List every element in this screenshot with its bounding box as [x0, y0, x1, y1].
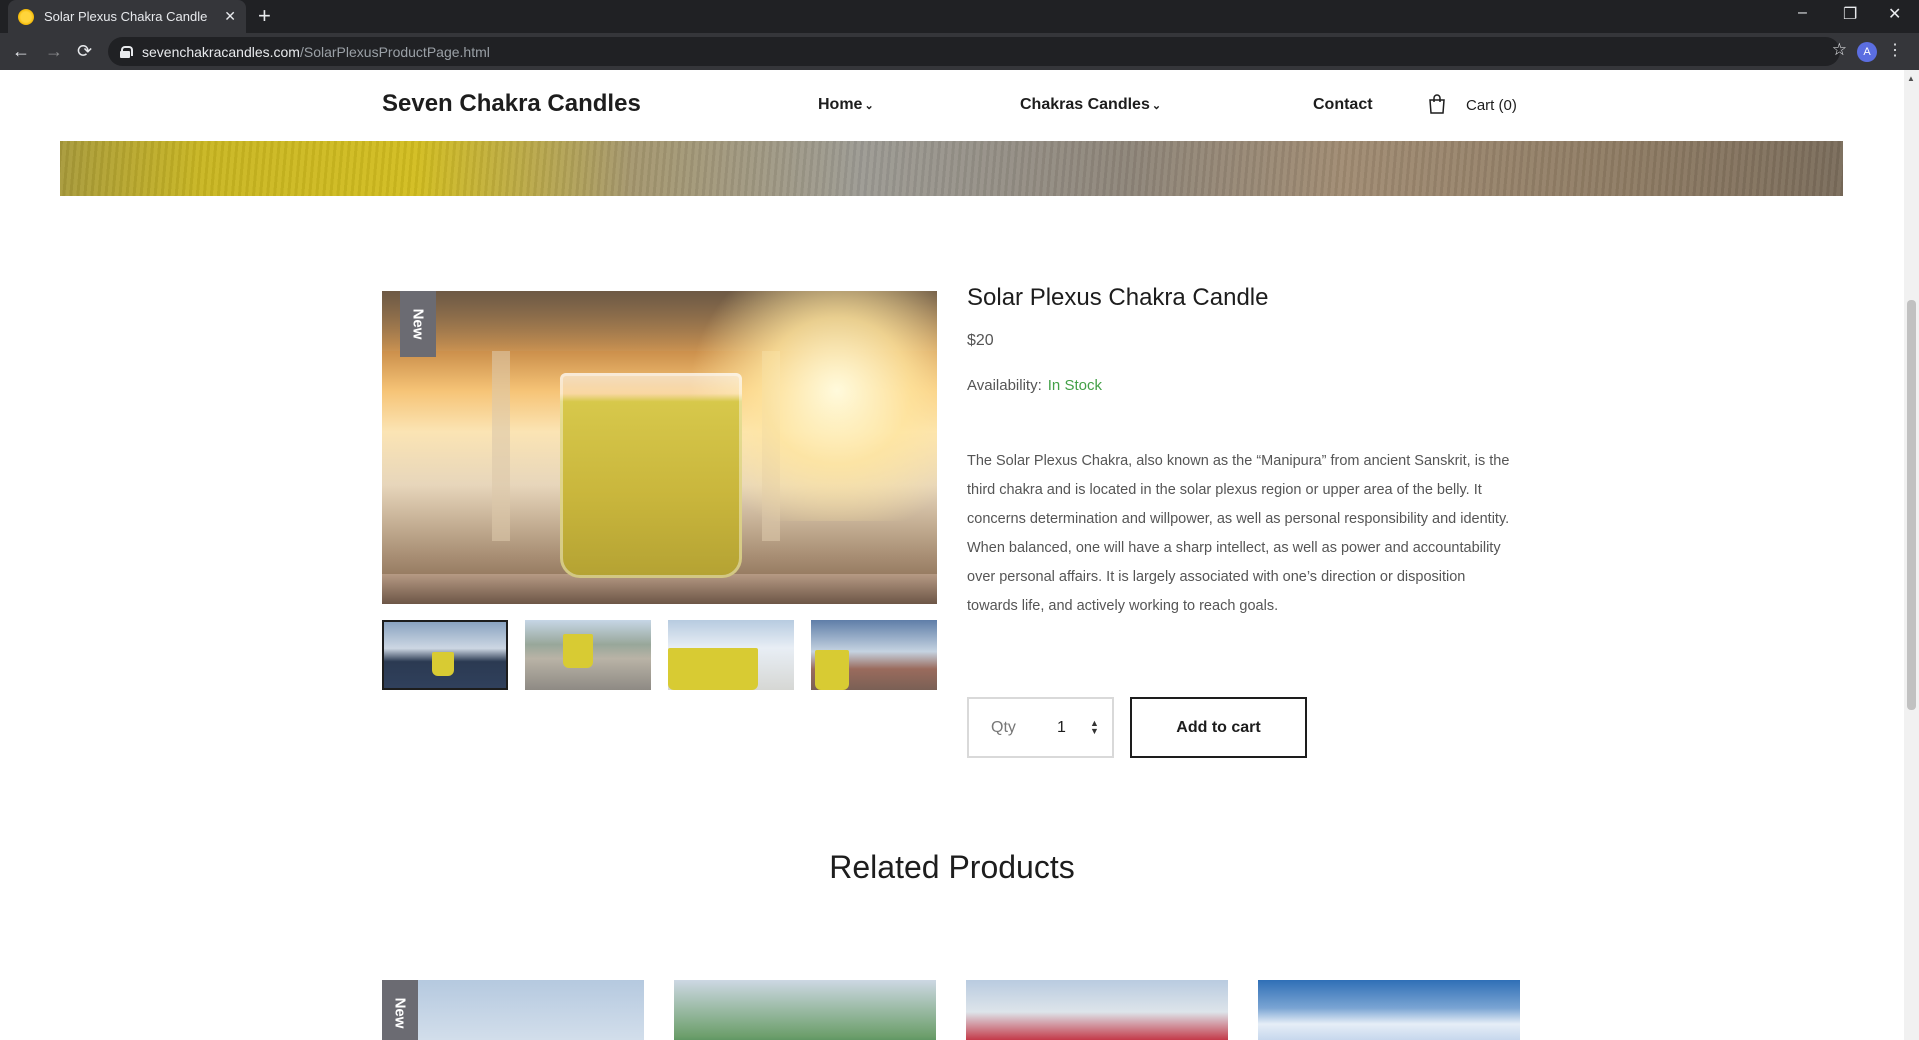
- product-main-image[interactable]: New: [382, 291, 937, 604]
- related-product-card[interactable]: [1258, 980, 1520, 1040]
- availability: Availability: In Stock: [967, 377, 1102, 394]
- site-brand[interactable]: Seven Chakra Candles: [382, 90, 641, 118]
- tab-close-icon[interactable]: ✕: [224, 8, 236, 25]
- reload-icon[interactable]: ⟳: [77, 41, 92, 61]
- browser-tab-strip: Solar Plexus Chakra Candle ✕ + – ❐ ✕: [0, 0, 1919, 33]
- back-arrow-icon[interactable]: ←: [12, 41, 30, 61]
- window-restore-button[interactable]: ❐: [1843, 4, 1857, 24]
- page-scrollbar[interactable]: ▲: [1904, 70, 1919, 1040]
- related-product-card[interactable]: New: [382, 980, 644, 1040]
- lock-icon: [120, 45, 133, 58]
- new-badge-label: New: [409, 308, 427, 340]
- related-product-card[interactable]: [674, 980, 936, 1040]
- window-minimize-button[interactable]: –: [1798, 4, 1807, 22]
- banner-texture: [60, 141, 1843, 196]
- profile-avatar[interactable]: A: [1857, 42, 1877, 62]
- new-badge-label: New: [391, 997, 409, 1029]
- nav-chakras-label: Chakras Candles: [1020, 96, 1150, 113]
- quantity-label: Qty: [991, 718, 1016, 736]
- address-bar[interactable]: sevenchakracandles.com/SolarPlexusProduc…: [108, 37, 1840, 66]
- add-to-cart-button[interactable]: Add to cart: [1130, 697, 1307, 758]
- tab-title: Solar Plexus Chakra Candle: [44, 9, 208, 24]
- quantity-stepper[interactable]: Qty 1 ▲ ▼: [967, 697, 1114, 758]
- cart-link[interactable]: Cart (0): [1466, 97, 1517, 114]
- thumbnail-2[interactable]: [525, 620, 651, 690]
- thumbnail-candle: [668, 648, 758, 690]
- thumbnail-candle: [563, 634, 593, 668]
- nav-chakras-candles[interactable]: Chakras Candles ⌄: [1020, 96, 1161, 114]
- thumbnail-candle: [432, 652, 454, 676]
- thumbnail-1[interactable]: [382, 620, 508, 690]
- window-close-button[interactable]: ✕: [1888, 4, 1901, 24]
- product-title: Solar Plexus Chakra Candle: [967, 284, 1269, 311]
- product-price: $20: [967, 332, 994, 349]
- stock-status: In Stock: [1047, 377, 1102, 394]
- thumbnail-candle: [815, 650, 849, 690]
- url-path: /SolarPlexusProductPage.html: [299, 43, 490, 60]
- new-badge: New: [382, 980, 418, 1040]
- hero-banner-image: [60, 141, 1843, 196]
- forward-arrow-icon[interactable]: →: [45, 41, 63, 61]
- browser-menu-icon[interactable]: ⋮: [1887, 40, 1903, 60]
- thumbnail-3[interactable]: [668, 620, 794, 690]
- image-ledge: [382, 574, 937, 604]
- new-tab-button[interactable]: +: [258, 4, 271, 28]
- browser-toolbar: ← → ⟳ sevenchakracandles.com/SolarPlexus…: [0, 33, 1919, 70]
- shopping-bag-icon[interactable]: [1428, 94, 1446, 114]
- scroll-up-arrow-icon[interactable]: ▲: [1907, 74, 1915, 83]
- related-products-heading: Related Products: [829, 849, 1075, 885]
- product-description: The Solar Plexus Chakra, also known as t…: [967, 453, 1510, 614]
- nav-contact[interactable]: Contact: [1313, 96, 1373, 114]
- nav-home-label: Home: [818, 96, 863, 113]
- page-viewport: Seven Chakra Candles Home ⌄ Chakras Candl…: [0, 70, 1904, 1040]
- candle-glass: [560, 373, 742, 578]
- thumbnail-4[interactable]: [811, 620, 937, 690]
- bookmark-star-icon[interactable]: ☆: [1832, 40, 1847, 60]
- scrollbar-thumb[interactable]: [1907, 300, 1916, 710]
- sun-favicon-icon: [18, 8, 34, 25]
- url-domain: sevenchakracandles.com: [142, 43, 300, 60]
- stepper-arrows-icon[interactable]: ▲ ▼: [1090, 719, 1099, 736]
- thumbnail-gallery: [382, 620, 937, 690]
- related-product-card[interactable]: [966, 980, 1228, 1040]
- browser-tab[interactable]: Solar Plexus Chakra Candle ✕: [8, 0, 246, 33]
- chevron-down-icon: ⌄: [864, 100, 874, 112]
- image-pillar: [492, 351, 510, 541]
- new-badge: New: [400, 291, 436, 357]
- quantity-value[interactable]: 1: [1057, 719, 1066, 737]
- availability-label: Availability:: [967, 377, 1042, 394]
- nav-home[interactable]: Home ⌄: [818, 96, 874, 114]
- chevron-down-icon: ⌄: [1151, 100, 1162, 112]
- related-products-list: New: [382, 980, 1520, 1040]
